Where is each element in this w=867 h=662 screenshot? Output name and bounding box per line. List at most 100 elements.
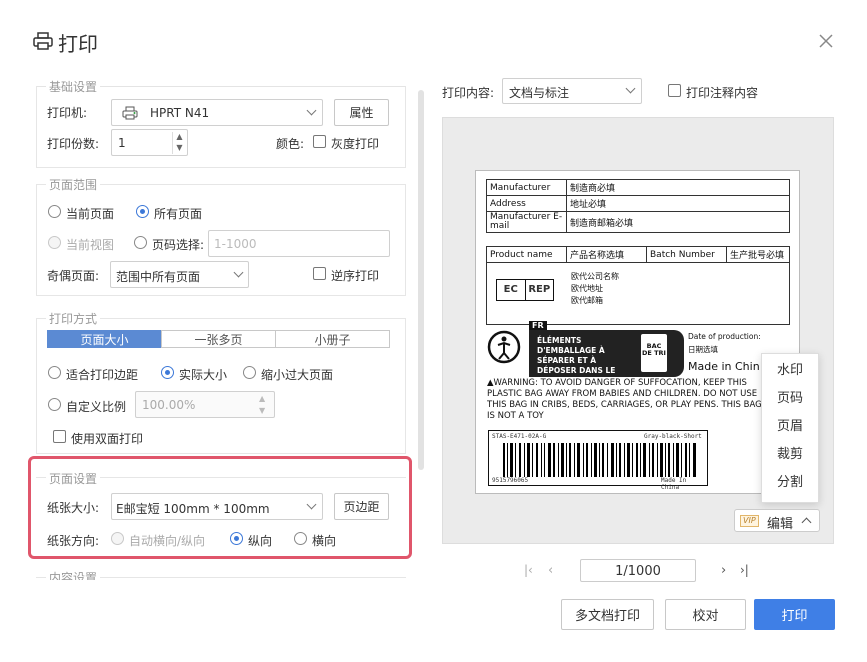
landscape-radio[interactable] — [294, 532, 307, 545]
next-page-icon[interactable]: › — [721, 563, 726, 578]
print-annotations-label: 打印注释内容 — [686, 86, 759, 100]
print-mode-title: 打印方式 — [46, 310, 101, 327]
label-cell: Manufacturer E-mail — [486, 211, 567, 233]
duplex-label: 使用双面打印 — [71, 432, 144, 446]
scale-up-icon[interactable]: ▲ — [259, 394, 265, 403]
left-scrollbar[interactable] — [418, 90, 424, 470]
warning-text: ▲WARNING: TO AVOID DANGER OF SUFFOCATION… — [487, 378, 762, 421]
tab-page-size[interactable]: 页面大小 — [47, 330, 162, 348]
page-input[interactable]: 1/1000 — [580, 559, 696, 582]
scale-input[interactable]: 100.00% ▲ ▼ — [135, 391, 275, 418]
fit-margin-radio[interactable] — [48, 366, 61, 379]
menu-item-watermark[interactable]: 水印 — [762, 354, 818, 382]
variant-text: Gray-black-Short — [644, 433, 702, 440]
tab-booklet[interactable]: 小册子 — [275, 330, 390, 348]
basic-settings-title: 基础设置 — [46, 78, 101, 95]
date-value: 日期选填 — [688, 345, 718, 354]
menu-item-header[interactable]: 页眉 — [762, 410, 818, 438]
chevron-down-icon — [625, 83, 636, 94]
printer-label: 打印机: — [47, 106, 88, 120]
print-annotations-checkbox[interactable] — [668, 84, 681, 97]
made-in-text: Made in China — [688, 360, 760, 373]
copies-label: 打印份数: — [47, 137, 100, 151]
page-setup-title: 页面设置 — [46, 470, 101, 487]
print-content-label: 打印内容: — [442, 86, 495, 100]
menu-item-page-number[interactable]: 页码 — [762, 382, 818, 410]
margin-button[interactable]: 页边距 — [334, 493, 389, 520]
page-select-input[interactable]: 1-1000 — [208, 230, 390, 257]
stepper-down-icon[interactable]: ▼ — [172, 143, 186, 154]
copies-stepper[interactable]: 1 ▲ ▼ — [111, 129, 188, 156]
portrait-label: 纵向 — [248, 534, 273, 548]
paper-size-value: E邮宝短 100mm * 100mm — [116, 502, 270, 516]
ec-rep-box: EC REP — [496, 279, 554, 301]
label-table: Manufacturer 制造商必填 Address 地址必填 Manufactur… — [486, 179, 790, 233]
bin-icon: BAC DE TRI — [641, 334, 667, 372]
custom-scale-label: 自定义比例 — [66, 400, 127, 414]
label-cell: Address — [486, 195, 567, 212]
printer-icon — [33, 32, 53, 50]
grayscale-checkbox[interactable] — [313, 135, 326, 148]
stepper-up-icon[interactable]: ▲ — [172, 132, 186, 143]
close-icon[interactable] — [817, 32, 835, 50]
reverse-label: 逆序打印 — [331, 269, 380, 283]
scale-value: 100.00% — [142, 398, 196, 412]
current-view-radio[interactable] — [48, 236, 61, 249]
vip-badge: VIP — [740, 515, 759, 527]
fr-badge: FR — [529, 321, 547, 330]
portrait-radio[interactable] — [230, 532, 243, 545]
landscape-label: 横向 — [312, 534, 337, 548]
properties-button[interactable]: 属性 — [334, 99, 389, 126]
barcode-label: STAS-E471-02A-G Gray-black-Short 9515796… — [488, 430, 708, 491]
all-pages-label: 所有页面 — [154, 207, 203, 221]
shrink-radio[interactable] — [243, 366, 256, 379]
chevron-up-icon — [801, 517, 812, 528]
duplex-checkbox[interactable] — [53, 430, 66, 443]
page-value: 1/1000 — [615, 564, 661, 579]
label-cell: Product name — [486, 246, 567, 263]
edit-label: 编辑 — [767, 517, 794, 532]
all-pages-radio[interactable] — [136, 205, 149, 218]
edit-button[interactable]: VIP 编辑 — [734, 509, 820, 532]
chevron-down-icon — [306, 105, 317, 116]
page-select-radio[interactable] — [134, 236, 147, 249]
recycle-icon — [486, 329, 522, 365]
auto-orientation-radio[interactable] — [111, 532, 124, 545]
rep-line: 欧代公司名称 — [571, 272, 619, 281]
reverse-checkbox[interactable] — [313, 267, 326, 280]
custom-scale-radio[interactable] — [48, 398, 61, 411]
first-page-icon[interactable]: |‹ — [524, 563, 533, 577]
current-page-label: 当前页面 — [66, 207, 115, 221]
paper-size-label: 纸张大小: — [47, 501, 100, 515]
copies-value: 1 — [118, 136, 126, 150]
actual-size-label: 实际大小 — [179, 368, 228, 382]
tab-multi-page[interactable]: 一张多页 — [161, 330, 276, 348]
printer-small-icon — [122, 106, 138, 123]
multi-document-print-button[interactable]: 多文档打印 — [561, 599, 654, 630]
dialog-title: 打印 — [58, 32, 98, 56]
proof-button[interactable]: 校对 — [665, 599, 746, 630]
odd-even-select[interactable]: 范围中所有页面 — [110, 261, 249, 288]
print-content-select[interactable]: 文档与标注 — [502, 78, 642, 104]
label-cell: Manufacturer — [486, 179, 567, 196]
last-page-icon[interactable]: ›| — [740, 563, 749, 577]
menu-item-split[interactable]: 分割 — [762, 466, 818, 494]
menu-item-crop[interactable]: 裁剪 — [762, 438, 818, 466]
print-button[interactable]: 打印 — [754, 599, 835, 630]
page-select-label: 页码选择: — [152, 238, 205, 252]
sku-text: STAS-E471-02A-G — [492, 433, 547, 440]
printer-select[interactable]: HPRT N41 — [111, 99, 323, 126]
page-range-title: 页面范围 — [46, 176, 101, 193]
label-cell: 生产批号必填 — [726, 246, 790, 263]
rep-text: REP — [528, 284, 551, 295]
paper-size-select[interactable]: E邮宝短 100mm * 100mm — [111, 493, 323, 520]
label-cell: 产品名称选填 — [566, 246, 647, 263]
scale-down-icon[interactable]: ▼ — [259, 406, 265, 415]
prev-page-icon[interactable]: ‹ — [548, 563, 553, 578]
barcode-made-in: Made In China — [661, 477, 687, 491]
actual-size-radio[interactable] — [161, 366, 174, 379]
current-page-radio[interactable] — [48, 205, 61, 218]
label-cell: 地址必填 — [566, 195, 790, 212]
chevron-down-icon — [233, 267, 244, 278]
odd-even-value: 范围中所有页面 — [116, 270, 201, 284]
